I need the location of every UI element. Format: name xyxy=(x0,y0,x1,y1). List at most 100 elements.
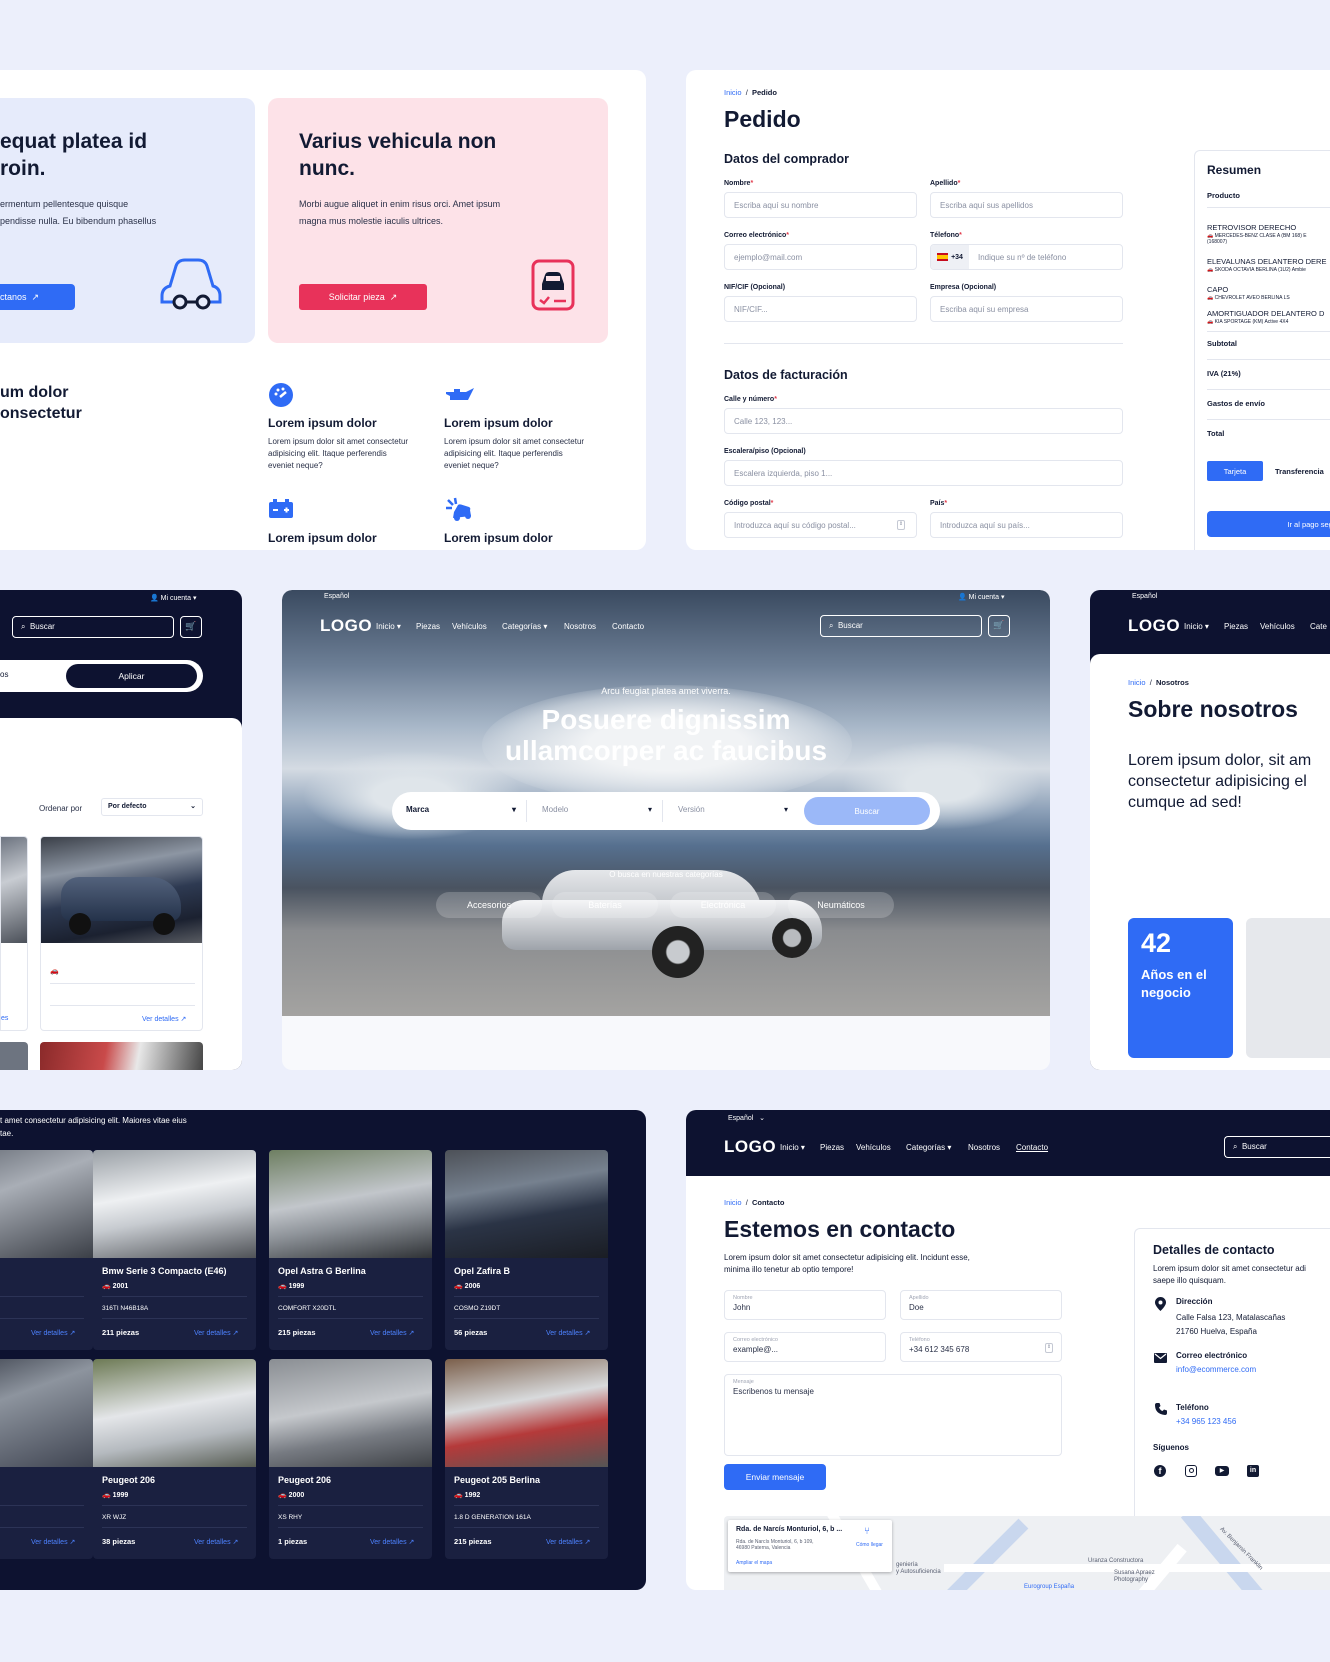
vehicle-card[interactable]: B56)Ver detalles ↗ xyxy=(0,1150,93,1350)
details-link[interactable]: Ver detalles ↗ xyxy=(546,1538,590,1546)
account-menu[interactable]: 👤 Mi cuenta ▾ xyxy=(150,594,197,602)
phone-input[interactable]: +34 Indique su nº de teléfono xyxy=(930,244,1123,270)
vehicle-card[interactable]: Peugeot 205 Berlina 🚗 1992 1.8 D GENERATIO… xyxy=(445,1359,608,1559)
secure-payment-button[interactable]: Ir al pago segu xyxy=(1207,511,1330,537)
details-link[interactable]: Ver detalles ↗ xyxy=(194,1329,238,1337)
nav-categorias[interactable]: Cate xyxy=(1310,622,1327,631)
vehicle-card[interactable]: Opel Astra G Berlina 🚗 1999 COMFORT X20DTL… xyxy=(269,1150,432,1350)
facebook-icon[interactable]: f xyxy=(1154,1465,1166,1477)
details-link[interactable]: Ver detalles ↗ xyxy=(31,1329,75,1337)
message-textarea[interactable]: Mensaje Escribenos tu mensaje xyxy=(724,1374,1062,1456)
logo[interactable]: LOGO xyxy=(1128,616,1180,636)
category-baterias[interactable]: Baterías xyxy=(552,892,658,918)
directions-link[interactable]: Cómo llegar xyxy=(856,1542,883,1548)
details-link[interactable]: Ver detalles ↗ xyxy=(370,1538,414,1546)
nav-inicio[interactable]: Inicio ▾ xyxy=(1184,622,1209,631)
logo[interactable]: LOGO xyxy=(724,1137,776,1157)
send-message-button[interactable]: Enviar mensaje xyxy=(724,1464,826,1490)
nif-input[interactable]: NIF/CIF... xyxy=(724,296,917,322)
nav-contacto[interactable]: Contacto xyxy=(612,622,644,631)
vehicle-card[interactable]: Peugeot 206 🚗 2000 XS RHY 1 piezas Ver detal… xyxy=(269,1359,432,1559)
nav-inicio[interactable]: Inicio ▾ xyxy=(780,1143,805,1152)
stepper-icon[interactable]: ⇕ xyxy=(1045,1343,1053,1353)
map-label: Susana Apraez Photography xyxy=(1114,1570,1155,1583)
search-input[interactable]: ⌕ Buscar xyxy=(1224,1136,1330,1158)
nav-vehiculos[interactable]: Vehículos xyxy=(856,1143,891,1152)
nav-nosotros[interactable]: Nosotros xyxy=(968,1143,1000,1152)
logo[interactable]: LOGO xyxy=(320,616,372,636)
cart-button[interactable]: 🛒 xyxy=(988,615,1010,637)
linkedin-icon[interactable]: in xyxy=(1247,1465,1259,1477)
cart-button[interactable]: 🛒 xyxy=(180,616,202,638)
search-input[interactable]: ⌕ Buscar xyxy=(12,616,174,638)
tab-card[interactable]: Tarjeta xyxy=(1207,461,1263,481)
search-button[interactable]: Buscar xyxy=(804,797,930,825)
vehicle-card[interactable]: Peugeot 206 🚗 1999 XR WJZ 38 piezas Ver deta… xyxy=(93,1359,256,1559)
vehicle-card[interactable]: Ver detalles ↗ xyxy=(0,1359,93,1559)
category-electronica[interactable]: Electrónica xyxy=(670,892,776,918)
details-link[interactable]: Ver detalles ↗ xyxy=(194,1538,238,1546)
stepper-icon[interactable]: ⇕ xyxy=(897,520,905,530)
email-field[interactable]: Correo electrónico example@... xyxy=(724,1332,886,1362)
brand-select[interactable]: Marca ▾ xyxy=(406,805,516,814)
nav-vehiculos[interactable]: Vehículos xyxy=(452,622,487,631)
details-link[interactable]: Ver detalles ↗ xyxy=(31,1538,75,1546)
phone-icon xyxy=(1155,1403,1167,1415)
breadcrumb-home-link[interactable]: Inicio xyxy=(724,88,742,97)
details-link[interactable]: Ver detalles ↗ xyxy=(142,1015,186,1023)
floor-input[interactable]: Escalera izquierda, piso 1... xyxy=(724,460,1123,486)
request-part-button[interactable]: Solicitar pieza ↗ xyxy=(299,284,427,310)
email-link[interactable]: info@ecommerce.com xyxy=(1176,1365,1256,1374)
breadcrumb-home-link[interactable]: Inicio xyxy=(1128,678,1146,687)
instagram-icon[interactable] xyxy=(1185,1465,1197,1477)
language-selector[interactable]: Español xyxy=(1132,593,1157,600)
email-input[interactable]: ejemplo@mail.com xyxy=(724,244,917,270)
country-input[interactable]: Introduzca aquí su país... xyxy=(930,512,1123,538)
company-input[interactable]: Escriba aquí su empresa xyxy=(930,296,1123,322)
apply-button[interactable]: Aplicar xyxy=(66,664,197,688)
details-link[interactable]: es xyxy=(1,1015,8,1022)
street-input[interactable]: Calle 123, 123... xyxy=(724,408,1123,434)
category-accesorios[interactable]: Accesorios xyxy=(436,892,542,918)
vehicle-card[interactable]: Bmw Serie 3 Compacto (E46) 🚗 2001 316TI N4… xyxy=(93,1150,256,1350)
last-name-input[interactable]: Escriba aquí sus apellidos xyxy=(930,192,1123,218)
first-name-field[interactable]: Nombre John xyxy=(724,1290,886,1320)
nav-piezas[interactable]: Piezas xyxy=(416,622,440,631)
contact-button[interactable]: ctanos ↗ xyxy=(0,284,75,310)
phone-link[interactable]: +34 965 123 456 xyxy=(1176,1417,1236,1426)
contact-details: Detalles de contacto Lorem ipsum dolor s… xyxy=(1134,1228,1330,1544)
language-selector[interactable]: Español xyxy=(324,593,349,600)
postal-code-input[interactable]: Introduzca aquí su código postal... xyxy=(724,512,917,538)
breadcrumb-home-link[interactable]: Inicio xyxy=(724,1198,742,1207)
last-name-field[interactable]: Apellido Doe xyxy=(900,1290,1062,1320)
category-neumaticos[interactable]: Neumáticos xyxy=(788,892,894,918)
stat-value: 42 xyxy=(1141,928,1172,958)
nav-piezas[interactable]: Piezas xyxy=(820,1143,844,1152)
language-selector[interactable]: Español ⌄ xyxy=(728,1114,765,1122)
phone-prefix[interactable]: +34 xyxy=(931,245,969,269)
model-select[interactable]: Modelo ▾ xyxy=(542,805,652,814)
nav-vehiculos[interactable]: Vehículos xyxy=(1260,622,1295,631)
version-select[interactable]: Versión ▾ xyxy=(678,805,788,814)
first-name-input[interactable]: Escriba aquí su nombre xyxy=(724,192,917,218)
nav-categorias[interactable]: Categorías ▾ xyxy=(502,622,547,631)
nav-inicio[interactable]: Inicio ▾ xyxy=(376,622,401,631)
directions-icon[interactable]: ⑂ xyxy=(864,1526,870,1537)
nav-piezas[interactable]: Piezas xyxy=(1224,622,1248,631)
account-menu[interactable]: 👤 Mi cuenta ▾ xyxy=(958,593,1005,601)
nav-contacto[interactable]: Contacto xyxy=(1016,1143,1048,1152)
phone-field[interactable]: Teléfono +34 612 345 678 ⇕ xyxy=(900,1332,1062,1362)
nav-nosotros[interactable]: Nosotros xyxy=(564,622,596,631)
tab-transfer[interactable]: Transferencia xyxy=(1275,467,1324,476)
car-card[interactable]: Opel Zafira B 🚗 2005 COSMO Z19DT 56 piez… xyxy=(40,836,203,1031)
vehicle-card[interactable]: Opel Zafira B 🚗 2006 COSMO Z19DT 56 piezas V… xyxy=(445,1150,608,1350)
sort-select[interactable]: Por defecto ⌄ xyxy=(101,798,203,816)
youtube-icon[interactable]: ▶ xyxy=(1215,1466,1229,1476)
enlarge-map-link[interactable]: Ampliar el mapa xyxy=(736,1560,772,1566)
car-card-partial[interactable]: es xyxy=(0,836,28,1031)
details-link[interactable]: Ver detalles ↗ xyxy=(370,1329,414,1337)
map[interactable]: Rda. de Narcís Monturiol, 6, b ... Rda. … xyxy=(724,1516,1330,1590)
nav-categorias[interactable]: Categorías ▾ xyxy=(906,1143,951,1152)
search-input[interactable]: ⌕ Buscar xyxy=(820,615,982,637)
details-link[interactable]: Ver detalles ↗ xyxy=(546,1329,590,1337)
